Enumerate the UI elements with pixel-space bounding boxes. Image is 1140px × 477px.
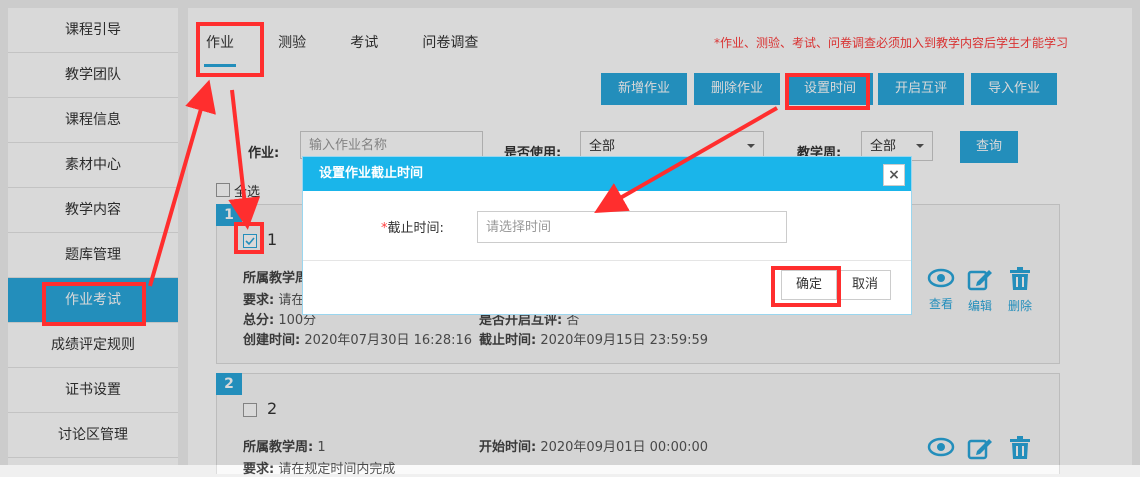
annotation-arrows — [148, 79, 778, 287]
arrow-to-input — [594, 106, 778, 213]
arrow-to-checkbox — [228, 89, 261, 230]
arrow-to-tab — [148, 79, 216, 287]
